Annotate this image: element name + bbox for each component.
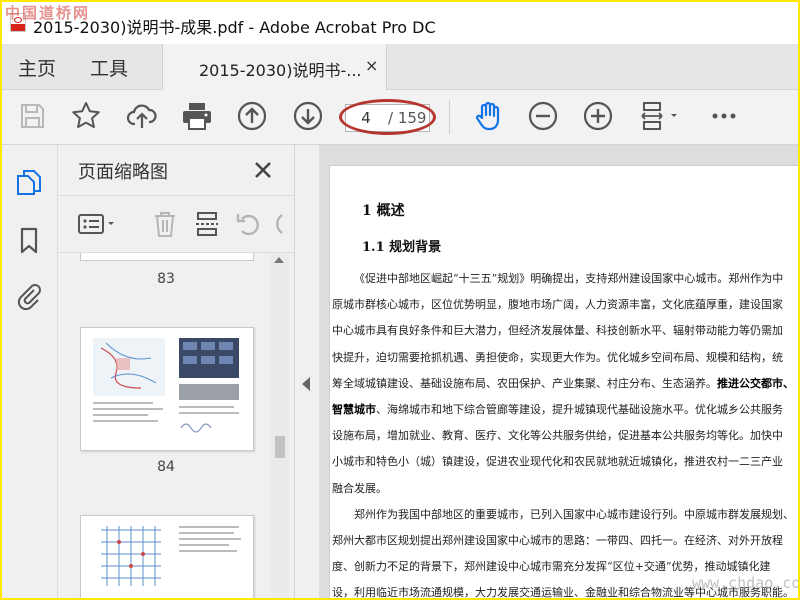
thumbnail-page-84[interactable]	[80, 327, 254, 451]
document-viewport[interactable]: 1 概述 1.1 规划背景 《促进中部地区崛起“十三五”规划》明确提出，支持郑州…	[319, 145, 798, 598]
zoom-in-icon[interactable]	[582, 100, 614, 132]
app-window: 2015-2030)说明书-成果.pdf - Adobe Acrobat Pro…	[2, 2, 798, 598]
hand-tool-icon[interactable]	[472, 100, 504, 132]
body-text: 、海绵城市和地下综合管廊等建设，提升城镇现代基础设施水平。优化城乡公共服务	[376, 403, 783, 416]
bold-text: 推进公交都市、	[717, 376, 794, 390]
paragraph-line: 融合发展。	[332, 480, 387, 496]
paragraph-line: 设施布局，增加就业、教育、医疗、文化等公共服务供给，促进基本公共服务均等化。加快…	[332, 427, 783, 443]
paragraph-line: 郑州作为我国中部地区的重要城市，已列入国家中心城市建设行列。中原城市群发展规划、	[354, 506, 794, 522]
section-heading: 1 概述	[362, 203, 405, 219]
left-rail	[2, 145, 58, 598]
page-up-icon[interactable]	[236, 100, 268, 132]
panel-close-icon[interactable]	[250, 157, 276, 183]
scroll-thumb[interactable]	[275, 436, 285, 458]
paragraph-line: 中心城市具有良好条件和巨大潜力，但经济发展体量、科技创新水平、辐射带动能力等仍需…	[332, 322, 783, 338]
annotation-ellipse	[339, 99, 436, 135]
print-icon[interactable]	[181, 100, 213, 132]
body-text: 《促进中部地区崛起“十三五”规划》明确提出，支持郑州建设国家中心城市。郑州作为中	[354, 272, 784, 285]
thumbnail-scrollbar[interactable]	[271, 253, 289, 598]
paragraph-line: 筹全域城镇建设、基础设施布局、农田保护、产业集聚、村庄分布、生态涵养。推进公交都…	[332, 375, 794, 391]
cloud-upload-icon[interactable]	[126, 100, 158, 132]
body-text: 中心城市具有良好条件和巨大潜力，但经济发展体量、科技创新水平、辐射带动能力等仍需…	[332, 324, 783, 338]
star-icon[interactable]	[70, 100, 102, 132]
body-text: 快提升，迫切需要抢抓机遇、勇担使命，实现更大作为。优化城乡空间布局、规模和结构，…	[332, 350, 783, 364]
more-icon[interactable]	[708, 100, 740, 132]
rotate-icon[interactable]	[234, 209, 264, 239]
thumbnails-panel: 页面缩略图 83 84	[58, 145, 295, 598]
thumbnail-page-83[interactable]	[80, 253, 254, 261]
paragraph-line: 原城市群核心城市，区位优势明显，腹地市场广阔，人力资源丰富，文化底蕴厚重，建设国…	[332, 296, 783, 312]
paragraph-line: 快提升，迫切需要抢抓机遇、勇担使命，实现更大作为。优化城乡空间布局、规模和结构，…	[332, 349, 783, 365]
body-text: 郑州作为我国中部地区的重要城市，已列入国家中心城市建设行列。中原城市群发展规划、	[354, 507, 794, 521]
insert-page-icon[interactable]	[192, 209, 222, 239]
body-text: 筹全域城镇建设、基础设施布局、农田保护、产业集聚、村庄分布、生态涵养。	[332, 376, 717, 390]
title-bar: 2015-2030)说明书-成果.pdf - Adobe Acrobat Pro…	[2, 2, 798, 44]
rotate-clockwise-icon[interactable]	[272, 209, 292, 239]
tab-tools[interactable]: 工具	[90, 54, 128, 81]
attachment-icon[interactable]	[14, 281, 44, 311]
tab-bar: 主页 工具 2015-2030)说明书-... ×	[2, 44, 798, 90]
paragraph-line: 郑州大都市区规划提出郑州建设国家中心城市的思路：一带四、四托一。在经济、对外开放…	[332, 532, 783, 548]
thumbnail-options-icon[interactable]	[76, 209, 120, 239]
bold-text: 智慧城市	[332, 403, 376, 416]
zoom-out-icon[interactable]	[527, 100, 559, 132]
body-text: 小城市和特色小（城）镇建设，促进农业现代化和农民就地就近城镇化，推进农村一二三产…	[332, 455, 783, 469]
watermark-url: www.chdao.com	[692, 574, 798, 592]
tab-document[interactable]: 2015-2030)说明书-... ×	[162, 44, 387, 90]
paragraph-line: 小城市和特色小（城）镇建设，促进农业现代化和农民就地就近城镇化，推进农村一二三产…	[332, 453, 783, 469]
thumbnail-list: 83 84	[58, 253, 278, 598]
fit-page-icon[interactable]	[638, 100, 682, 132]
page-down-icon[interactable]	[292, 100, 324, 132]
tab-document-label: 2015-2030)说明书-...	[199, 61, 362, 80]
tab-close-icon[interactable]: ×	[365, 56, 378, 75]
thumbnail-label: 84	[157, 459, 175, 475]
scroll-up-arrow-icon[interactable]	[274, 257, 284, 263]
panel-toolbar	[58, 195, 295, 253]
subsection-heading: 1.1 规划背景	[362, 240, 442, 255]
collapse-arrow-icon[interactable]	[302, 377, 310, 391]
body-text: 郑州大都市区规划提出郑州建设国家中心城市的思路：一带四、四托一。在经济、对外开放…	[332, 534, 783, 547]
toolbar-divider	[449, 100, 450, 134]
paragraph-line: 智慧城市、海绵城市和地下综合管廊等建设，提升城镇现代基础设施水平。优化城乡公共服…	[332, 401, 783, 417]
bookmark-icon[interactable]	[14, 225, 44, 255]
body-text: 设施布局，增加就业、教育、医疗、文化等公共服务供给，促进基本公共服务均等化。加快…	[332, 429, 783, 443]
paragraph-line: 《促进中部地区崛起“十三五”规划》明确提出，支持郑州建设国家中心城市。郑州作为中	[354, 270, 783, 286]
tab-home[interactable]: 主页	[18, 54, 56, 81]
panel-title: 页面缩略图	[78, 162, 168, 183]
paragraph-line: 度、创新力不足的背景下，郑州建设中心城市需充分发挥“区位+交通”优势，推动城镇化…	[332, 558, 770, 574]
save-icon[interactable]	[16, 100, 48, 132]
toolbar: 4 / 159	[2, 90, 798, 145]
thumbnail-label: 83	[157, 271, 175, 287]
panel-collapse-strip[interactable]	[295, 145, 319, 598]
page-thumbnails-icon[interactable]	[14, 167, 44, 197]
delete-page-icon[interactable]	[150, 209, 180, 239]
body-text: 融合发展。	[332, 481, 387, 495]
thumbnail-page-85[interactable]	[80, 515, 254, 598]
document-page: 1 概述 1.1 规划背景 《促进中部地区崛起“十三五”规划》明确提出，支持郑州…	[329, 165, 798, 598]
watermark-logo: 中国道桥网	[5, 4, 91, 22]
body-text: 度、创新力不足的背景下，郑州建设中心城市需充分发挥“区位+交通”优势，推动城镇化…	[332, 560, 771, 574]
body-text: 原城市群核心城市，区位优势明显，腹地市场广阔，人力资源丰富，文化底蕴厚重，建设国…	[332, 298, 783, 312]
window-title: 2015-2030)说明书-成果.pdf - Adobe Acrobat Pro…	[33, 18, 436, 37]
